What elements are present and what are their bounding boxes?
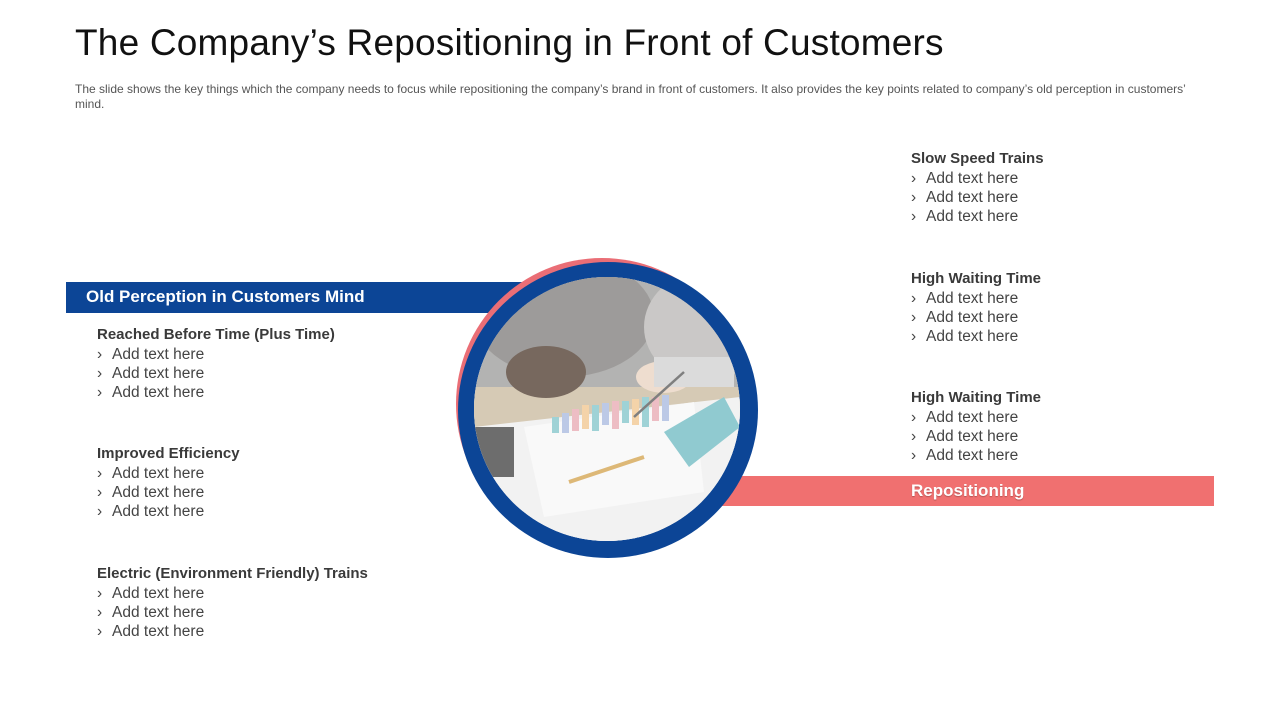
right-group-1: Slow Speed Trains › Add text here › Add te… bbox=[911, 149, 1251, 226]
chevron-right-icon: › bbox=[911, 428, 917, 445]
list-item: › Add text here bbox=[97, 585, 205, 602]
chevron-right-icon: › bbox=[911, 170, 917, 187]
slide-subtitle: The slide shows the key things which the… bbox=[75, 82, 1186, 111]
list-item: › Add text here bbox=[97, 484, 205, 501]
right-group-2: High Waiting Time › Add text here › Add te… bbox=[911, 269, 1251, 346]
chevron-right-icon: › bbox=[97, 346, 103, 363]
chevron-right-icon: › bbox=[911, 328, 917, 345]
slide-title: The Company’s Repositioning in Front of … bbox=[75, 22, 944, 63]
list-item: › Add text here bbox=[97, 384, 205, 401]
chevron-right-icon: › bbox=[911, 189, 917, 206]
chevron-right-icon: › bbox=[97, 623, 103, 640]
list-item: › Add text here bbox=[97, 346, 205, 363]
chevron-right-icon: › bbox=[911, 290, 917, 307]
list-item: › Add text here bbox=[97, 465, 205, 482]
list-item: › Add text here bbox=[97, 503, 205, 520]
left-group-3: Electric (Environment Friendly) Trains ›… bbox=[97, 564, 437, 641]
chevron-right-icon: › bbox=[911, 409, 917, 426]
list-item: › Add text here bbox=[911, 428, 1019, 445]
list-item: › Add text here bbox=[911, 309, 1019, 326]
old-perception-label: Old Perception in Customers Mind bbox=[86, 287, 365, 306]
list-item: › Add text here bbox=[911, 290, 1019, 307]
repositioning-label: Repositioning bbox=[911, 481, 1025, 500]
list-item: › Add text here bbox=[911, 328, 1019, 345]
list-item: › Add text here bbox=[97, 365, 205, 382]
chevron-right-icon: › bbox=[911, 447, 917, 464]
group-heading: High Waiting Time bbox=[911, 270, 1041, 287]
list-item: › Add text here bbox=[97, 604, 205, 621]
right-group-3: High Waiting Time › Add text here › Add te… bbox=[911, 388, 1251, 465]
list-item: › Add text here bbox=[911, 447, 1019, 464]
list-item: › Add text here bbox=[911, 189, 1019, 206]
list-item: › Add text here bbox=[97, 623, 205, 640]
meeting-photo bbox=[474, 277, 740, 541]
list-item: › Add text here bbox=[911, 208, 1019, 225]
group-heading: Slow Speed Trains bbox=[911, 150, 1044, 167]
group-heading: Electric (Environment Friendly) Trains bbox=[97, 565, 368, 582]
chevron-right-icon: › bbox=[97, 484, 103, 501]
chevron-right-icon: › bbox=[97, 465, 103, 482]
list-item: › Add text here bbox=[911, 409, 1019, 426]
chevron-right-icon: › bbox=[97, 503, 103, 520]
left-group-1: Reached Before Time (Plus Time) › Add tex… bbox=[97, 325, 437, 402]
group-heading: High Waiting Time bbox=[911, 389, 1041, 406]
chevron-right-icon: › bbox=[97, 585, 103, 602]
chevron-right-icon: › bbox=[97, 604, 103, 621]
group-heading: Reached Before Time (Plus Time) bbox=[97, 326, 335, 343]
chevron-right-icon: › bbox=[97, 384, 103, 401]
left-group-2: Improved Efficiency › Add text here › Add … bbox=[97, 444, 437, 521]
chevron-right-icon: › bbox=[911, 208, 917, 225]
group-heading: Improved Efficiency bbox=[97, 445, 240, 462]
list-item: › Add text here bbox=[911, 170, 1019, 187]
chevron-right-icon: › bbox=[97, 365, 103, 382]
chevron-right-icon: › bbox=[911, 309, 917, 326]
